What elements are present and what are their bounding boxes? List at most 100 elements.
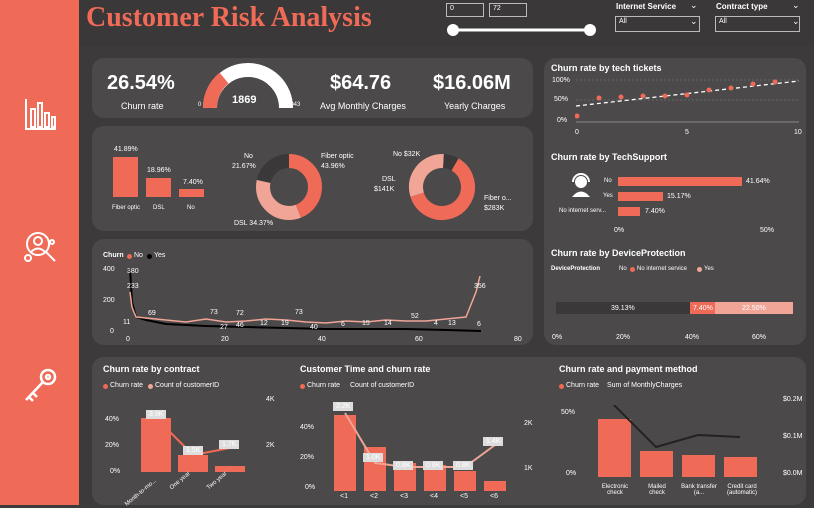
donut2-dsl-val: $141K bbox=[374, 186, 395, 193]
churn-rate-label: Churn rate bbox=[121, 101, 164, 111]
x-tick: 40 bbox=[318, 336, 326, 343]
tenure-count-label: 0.8K bbox=[423, 461, 444, 470]
payment-cat: Electronic check bbox=[601, 484, 629, 496]
tenure-count-label: 1.4K bbox=[483, 437, 504, 446]
x-tick: 60 bbox=[415, 336, 423, 343]
tenure-yright: 2K bbox=[524, 420, 533, 427]
donut2-dsl: DSL bbox=[382, 176, 396, 183]
gauge-value: 1869 bbox=[232, 94, 257, 106]
bar-dsl bbox=[146, 178, 171, 197]
line-annotation: 19 bbox=[281, 320, 289, 327]
chevron-down-icon: ⌄ bbox=[690, 0, 698, 10]
contract-yleft: 20% bbox=[105, 442, 120, 449]
payment-yleft: 50% bbox=[561, 409, 576, 416]
tickets-y-tick: 50% bbox=[554, 96, 569, 103]
line-annotation: 69 bbox=[148, 310, 156, 317]
legend-dot bbox=[300, 384, 305, 389]
line-annotation: 40 bbox=[310, 324, 318, 331]
line-annotation: 46 bbox=[236, 322, 244, 329]
dp-legend-dot bbox=[630, 267, 635, 272]
dp-legend-dot bbox=[697, 267, 702, 272]
ts-value: 15.17% bbox=[667, 193, 691, 200]
ts-bar-nointernet bbox=[618, 207, 640, 216]
tickets-chart bbox=[575, 79, 800, 123]
churn-tenure-line bbox=[129, 267, 482, 332]
people-search-icon[interactable] bbox=[20, 228, 60, 268]
line-annotation: 11 bbox=[123, 319, 131, 326]
ts-x-tick: 0% bbox=[614, 227, 625, 234]
donut1-fiber-pct: 43.96% bbox=[321, 163, 345, 170]
dp-x-tick: 0% bbox=[552, 334, 563, 341]
y-tick: 0 bbox=[110, 328, 114, 335]
x-tick: 20 bbox=[221, 336, 229, 343]
contract-yright: 2K bbox=[266, 442, 275, 449]
ts-x-tick: 50% bbox=[760, 227, 775, 234]
bar-value-dsl: 18.96% bbox=[147, 167, 171, 174]
tenure-cat: <6 bbox=[490, 493, 498, 500]
legend-dot bbox=[103, 384, 108, 389]
payment-title: Churn rate and payment method bbox=[559, 364, 698, 374]
tickets-x-tick: 5 bbox=[685, 129, 689, 136]
bar-label-no: No bbox=[187, 205, 195, 211]
tenure-count-label: 2.2K bbox=[333, 402, 354, 411]
payment-yleft: 0% bbox=[566, 470, 577, 477]
dp-x-tick: 60% bbox=[752, 334, 767, 341]
line-annotation: 380 bbox=[127, 268, 139, 275]
chevron-down-icon: ⌄ bbox=[792, 0, 800, 10]
tenure-max-input[interactable]: 72 bbox=[489, 3, 527, 17]
donut1-fiber: Fiber optic bbox=[321, 153, 354, 160]
donut1-no-pct: 21.67% bbox=[232, 163, 256, 170]
tenure-count-label: 0.8K bbox=[393, 461, 414, 470]
ts-cat: Yes bbox=[603, 193, 613, 199]
y-tick: 200 bbox=[103, 297, 115, 304]
dp-legend: No internet service bbox=[637, 266, 688, 272]
tickets-x-tick: 10 bbox=[794, 129, 802, 136]
chevron-down-icon: ⌄ bbox=[792, 16, 800, 26]
contract-filter-label: Contract type bbox=[716, 2, 768, 11]
churn-rate-value: 26.54% bbox=[107, 72, 175, 94]
x-tick: 0 bbox=[126, 336, 130, 343]
ts-cat: No internet serv... bbox=[559, 208, 606, 214]
tenure-count-label: 1.0K bbox=[363, 453, 384, 462]
ts-cat: No bbox=[604, 178, 612, 184]
contract-yleft: 40% bbox=[105, 416, 120, 423]
contract-count-label: 3.9K bbox=[146, 410, 167, 419]
internet-donut bbox=[256, 154, 322, 220]
tickets-y-tick: 100% bbox=[552, 77, 570, 84]
internet-filter-select[interactable]: All bbox=[615, 16, 700, 32]
payment-chart bbox=[598, 405, 757, 477]
tenure-slider[interactable] bbox=[446, 22, 596, 38]
payment-yright: $0.2M bbox=[783, 396, 803, 403]
charges-donut bbox=[409, 154, 475, 220]
bar-value-no: 7.40% bbox=[183, 179, 203, 186]
ts-value: 7.40% bbox=[645, 208, 665, 215]
legend-no: No bbox=[134, 252, 143, 259]
dp-x-tick: 40% bbox=[685, 334, 700, 341]
payment-yright: $0.0M bbox=[783, 470, 803, 477]
headset-icon bbox=[572, 173, 590, 197]
line-annotation: 6 bbox=[477, 321, 481, 328]
payment-cat: Bank transfer (a... bbox=[681, 484, 717, 496]
line-annotation: 73 bbox=[210, 309, 218, 316]
bar-label-fiber: Fiber optic bbox=[111, 205, 140, 211]
contract-title: Churn rate by contract bbox=[103, 364, 200, 374]
line-annotation: 356 bbox=[474, 283, 486, 290]
line-annotation: 52 bbox=[411, 313, 419, 320]
bar-chart-icon[interactable] bbox=[20, 95, 60, 135]
yearly-value: $16.06M bbox=[433, 72, 511, 94]
deviceprot-title: Churn rate by DeviceProtection bbox=[551, 248, 686, 258]
tenure-count-label: 0.8K bbox=[453, 461, 474, 470]
tenure-min-input[interactable]: 0 bbox=[446, 3, 484, 17]
ts-value: 41.64% bbox=[746, 178, 770, 185]
avg-monthly-label: Avg Monthly Charges bbox=[320, 101, 406, 111]
payment-cat: Mailed check bbox=[648, 484, 666, 496]
line-annotation: 27 bbox=[220, 324, 228, 331]
avg-monthly-value: $64.76 bbox=[330, 72, 392, 94]
tickets-y-tick: 0% bbox=[557, 117, 568, 124]
donut2-fiber: Fiber o... bbox=[484, 195, 512, 202]
tenure-yleft: 0% bbox=[305, 484, 316, 491]
key-icon[interactable] bbox=[20, 366, 60, 406]
contract-filter-select[interactable]: All bbox=[715, 16, 800, 32]
payment-legend: Churn rate bbox=[566, 382, 600, 389]
dp-legend-title: DeviceProtection bbox=[551, 266, 601, 272]
